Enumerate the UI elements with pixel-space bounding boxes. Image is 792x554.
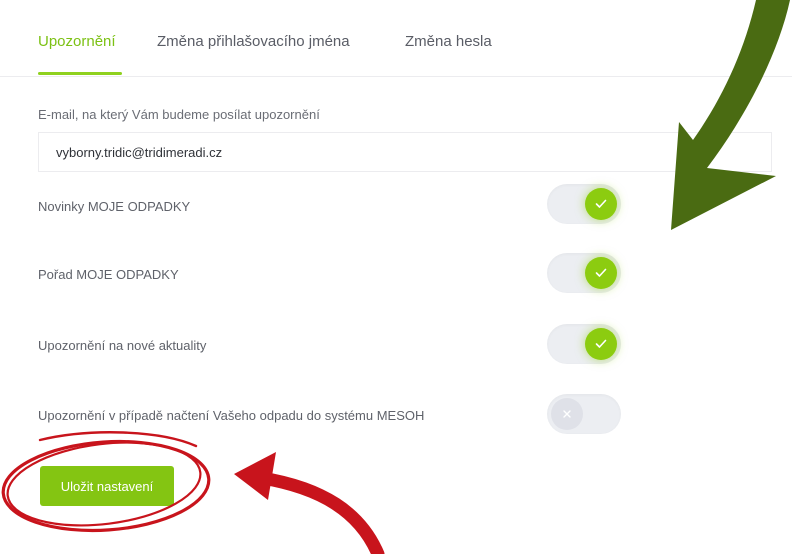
check-icon — [595, 268, 607, 277]
toggle-knob — [551, 398, 583, 430]
save-settings-button[interactable]: Uložit nastavení — [40, 466, 174, 506]
setting-label-updates: Upozornění na nové aktuality — [38, 338, 207, 353]
setting-label-news: Novinky MOJE ODPADKY — [38, 199, 191, 214]
active-tab-indicator — [38, 72, 122, 75]
toggle-mesoh[interactable] — [547, 394, 621, 434]
check-icon — [595, 199, 607, 208]
tab-bar: Upozornění Změna přihlašovacího jména Zm… — [0, 0, 792, 77]
tab-change-username[interactable]: Změna přihlašovacího jména — [157, 33, 350, 50]
settings-panel: Upozornění Změna přihlašovacího jména Zm… — [0, 0, 792, 554]
toggle-knob — [585, 188, 617, 220]
toggle-knob — [585, 328, 617, 360]
toggle-updates[interactable] — [547, 324, 621, 364]
email-field[interactable] — [39, 133, 771, 171]
setting-label-mesoh: Upozornění v případě načtení Vašeho odpa… — [38, 408, 425, 423]
toggle-knob — [585, 257, 617, 289]
email-field-container — [38, 132, 772, 172]
check-icon — [595, 339, 607, 348]
toggle-show[interactable] — [547, 253, 621, 293]
tab-notifications[interactable]: Upozornění — [38, 33, 116, 50]
close-icon — [563, 410, 571, 418]
email-field-label: E-mail, na který Vám budeme posílat upoz… — [38, 107, 320, 122]
toggle-news[interactable] — [547, 184, 621, 224]
setting-label-show: Pořad MOJE ODPADKY — [38, 267, 179, 282]
tab-change-password[interactable]: Změna hesla — [405, 33, 492, 50]
